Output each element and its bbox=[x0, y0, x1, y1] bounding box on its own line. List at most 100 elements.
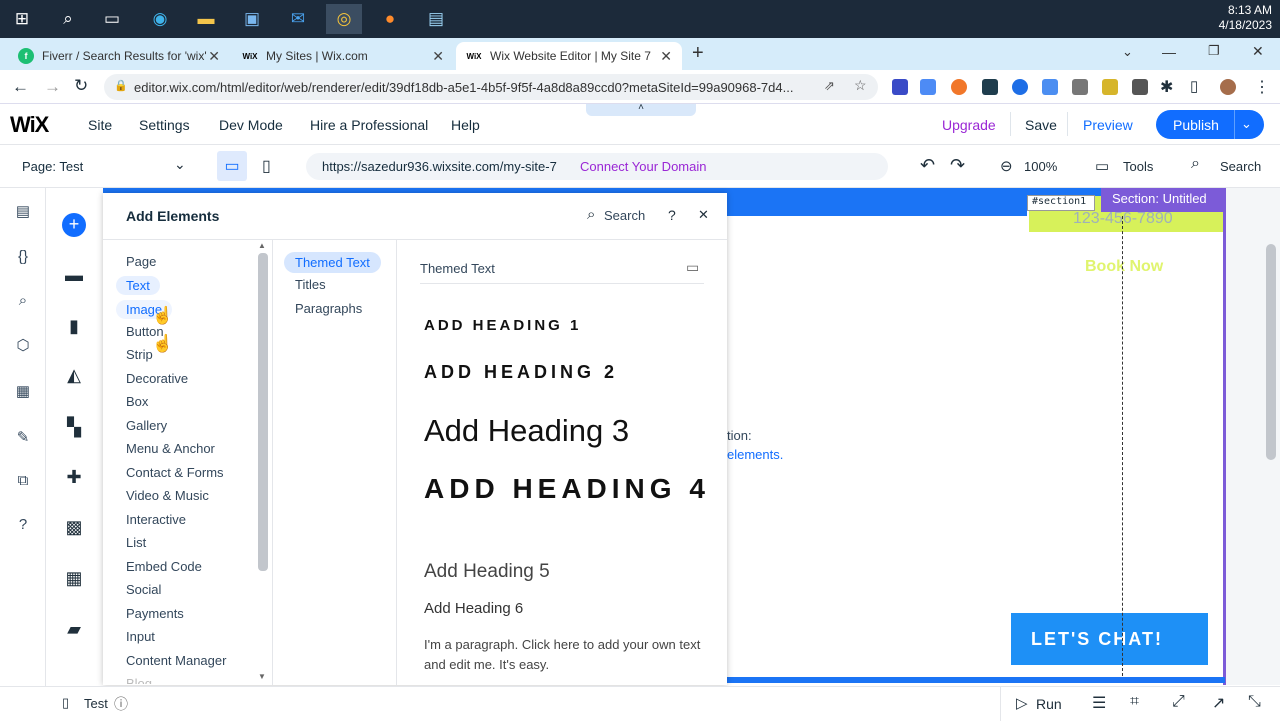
category-scrollbar[interactable] bbox=[258, 253, 268, 571]
search-icon[interactable]: ⌕ bbox=[587, 206, 595, 223]
save-button[interactable]: Save bbox=[1025, 117, 1057, 133]
scroll-up-icon[interactable]: ▲ bbox=[258, 241, 266, 250]
menu-settings[interactable]: Settings bbox=[139, 117, 190, 133]
extension-icon[interactable] bbox=[1102, 79, 1118, 95]
inspect-icon[interactable]: ⌗ bbox=[1130, 693, 1139, 711]
file-explorer-icon[interactable]: ▬ bbox=[188, 4, 224, 34]
cms-icon[interactable]: ▦ bbox=[62, 567, 86, 589]
expand-icon[interactable]: ⤢ bbox=[1172, 693, 1185, 711]
mail-icon[interactable]: ✉ bbox=[280, 4, 316, 34]
minimize-icon[interactable]: — bbox=[1162, 44, 1176, 60]
preview-button[interactable]: Preview bbox=[1083, 117, 1133, 133]
close-window-icon[interactable]: ✕ bbox=[1252, 43, 1264, 60]
undo-icon[interactable]: ↶ bbox=[920, 155, 935, 176]
search-icon[interactable]: ⌕ bbox=[50, 4, 86, 34]
panel-search[interactable]: Search bbox=[604, 208, 645, 223]
extension-icon[interactable] bbox=[892, 79, 908, 95]
chevron-down-icon[interactable]: ⌄ bbox=[174, 156, 186, 173]
menu-help[interactable]: Help bbox=[451, 117, 480, 133]
address-bar[interactable]: 🔒 editor.wix.com/html/editor/web/rendere… bbox=[104, 74, 878, 100]
subcategory-titles[interactable]: Titles bbox=[295, 277, 326, 292]
publish-dropdown-icon[interactable]: ⌄ bbox=[1241, 116, 1252, 132]
restore-icon[interactable]: ❐ bbox=[1208, 43, 1220, 59]
database-icon[interactable]: ▦ bbox=[0, 382, 46, 400]
wrench-icon[interactable]: ✎ bbox=[0, 428, 46, 446]
upgrade-button[interactable]: Upgrade bbox=[942, 117, 996, 133]
category-video-music[interactable]: Video & Music bbox=[126, 488, 209, 503]
open-external-icon[interactable]: ↗ bbox=[1212, 693, 1225, 713]
back-icon[interactable]: ← bbox=[12, 77, 29, 97]
category-social[interactable]: Social bbox=[126, 582, 161, 597]
help-icon[interactable]: ? bbox=[0, 516, 46, 533]
side-panel-icon[interactable]: ▯ bbox=[1190, 77, 1198, 95]
category-decorative[interactable]: Decorative bbox=[126, 371, 188, 386]
packages-icon[interactable]: ⬡ bbox=[0, 336, 46, 354]
portfolio-icon[interactable]: ▰ bbox=[62, 618, 86, 640]
camera-icon[interactable] bbox=[1132, 79, 1148, 95]
editor-canvas[interactable]: 123-456-7890 Section: Untitled #section1… bbox=[103, 188, 1227, 685]
book-now-button[interactable]: Book Now bbox=[1085, 258, 1163, 276]
pages-icon[interactable]: ▤ bbox=[0, 202, 46, 220]
new-tab-button[interactable]: + bbox=[692, 42, 704, 65]
store-icon[interactable]: ▣ bbox=[234, 4, 270, 34]
apps-icon[interactable]: ▚ bbox=[62, 416, 86, 438]
info-icon[interactable]: ⓘ bbox=[114, 694, 128, 714]
category-contact-forms[interactable]: Contact & Forms bbox=[126, 465, 224, 480]
reload-icon[interactable]: ↻ bbox=[74, 76, 88, 96]
zoom-out-icon[interactable]: ⊖ bbox=[1000, 157, 1013, 175]
menu-hire-professional[interactable]: Hire a Professional bbox=[310, 117, 428, 133]
heading-6-preset[interactable]: Add Heading 6 bbox=[424, 600, 523, 617]
category-list[interactable]: List bbox=[126, 535, 146, 550]
current-page-label[interactable]: Test bbox=[84, 696, 108, 711]
publish-button[interactable]: Publish ⌄ bbox=[1156, 110, 1264, 139]
category-menu-anchor[interactable]: Menu & Anchor bbox=[126, 441, 215, 456]
category-input[interactable]: Input bbox=[126, 629, 155, 644]
heading-3-preset[interactable]: Add Heading 3 bbox=[424, 413, 629, 449]
video-icon[interactable]: ▭ bbox=[686, 259, 699, 276]
search-button[interactable]: Search bbox=[1220, 159, 1261, 174]
close-tab-icon[interactable]: ✕ bbox=[432, 48, 444, 65]
section-label[interactable]: Section: Untitled bbox=[1101, 188, 1225, 212]
scroll-down-icon[interactable]: ▼ bbox=[258, 672, 266, 681]
subcategory-paragraphs[interactable]: Paragraphs bbox=[295, 301, 362, 316]
category-interactive[interactable]: Interactive bbox=[126, 512, 186, 527]
tools-button[interactable]: Tools bbox=[1123, 159, 1153, 174]
search-icon[interactable]: ⌕ bbox=[0, 292, 46, 309]
run-icon[interactable]: ▷ bbox=[1016, 694, 1028, 712]
extension-icon[interactable] bbox=[1012, 79, 1028, 95]
windows-start-icon[interactable]: ⊞ bbox=[4, 4, 40, 34]
category-embed-code[interactable]: Embed Code bbox=[126, 559, 202, 574]
extension-icon[interactable] bbox=[982, 79, 998, 95]
sections-icon[interactable]: ▬ bbox=[62, 264, 86, 286]
close-tab-icon[interactable]: ✕ bbox=[208, 48, 220, 65]
tab-my-sites[interactable]: WiX My Sites | Wix.com ✕ bbox=[232, 42, 454, 70]
help-icon[interactable]: ? bbox=[668, 207, 676, 223]
media-icon[interactable]: ▩ bbox=[62, 516, 86, 538]
firefox-icon[interactable]: ● bbox=[372, 4, 408, 34]
paragraph-preset[interactable]: I'm a paragraph. Click here to add your … bbox=[424, 635, 704, 675]
chrome-menu-icon[interactable]: ⋮ bbox=[1254, 77, 1270, 97]
extension-icon[interactable] bbox=[1042, 79, 1058, 95]
close-icon[interactable]: ✕ bbox=[698, 207, 709, 223]
share-icon[interactable]: ⇗ bbox=[824, 78, 835, 94]
body-link[interactable]: elements. bbox=[727, 447, 783, 462]
heading-1-preset[interactable]: ADD HEADING 1 bbox=[424, 317, 581, 334]
app-icon[interactable]: ▤ bbox=[418, 4, 454, 34]
page-selector[interactable]: Page: Test bbox=[22, 159, 83, 174]
menu-site[interactable]: Site bbox=[88, 117, 112, 133]
heading-5-preset[interactable]: Add Heading 5 bbox=[424, 561, 550, 583]
business-icon[interactable]: ✚ bbox=[62, 466, 86, 488]
run-button[interactable]: Run bbox=[1036, 696, 1062, 712]
forward-icon[interactable]: → bbox=[44, 77, 61, 97]
tab-wix-editor[interactable]: WiX Wix Website Editor | My Site 7 ✕ bbox=[456, 42, 682, 70]
chrome-icon[interactable]: ◎ bbox=[326, 4, 362, 34]
layers-icon[interactable]: ⧉ bbox=[0, 472, 46, 489]
tab-search-icon[interactable]: ⌄ bbox=[1122, 44, 1133, 60]
category-text[interactable]: Text bbox=[116, 276, 160, 295]
chat-button[interactable]: LET'S CHAT! bbox=[1011, 613, 1208, 665]
bookmark-star-icon[interactable]: ☆ bbox=[854, 77, 867, 94]
search-icon[interactable]: ⌕ bbox=[1191, 155, 1200, 173]
edge-icon[interactable]: ◉ bbox=[142, 4, 178, 34]
profile-avatar[interactable] bbox=[1220, 79, 1236, 95]
heading-2-preset[interactable]: ADD HEADING 2 bbox=[424, 362, 618, 383]
